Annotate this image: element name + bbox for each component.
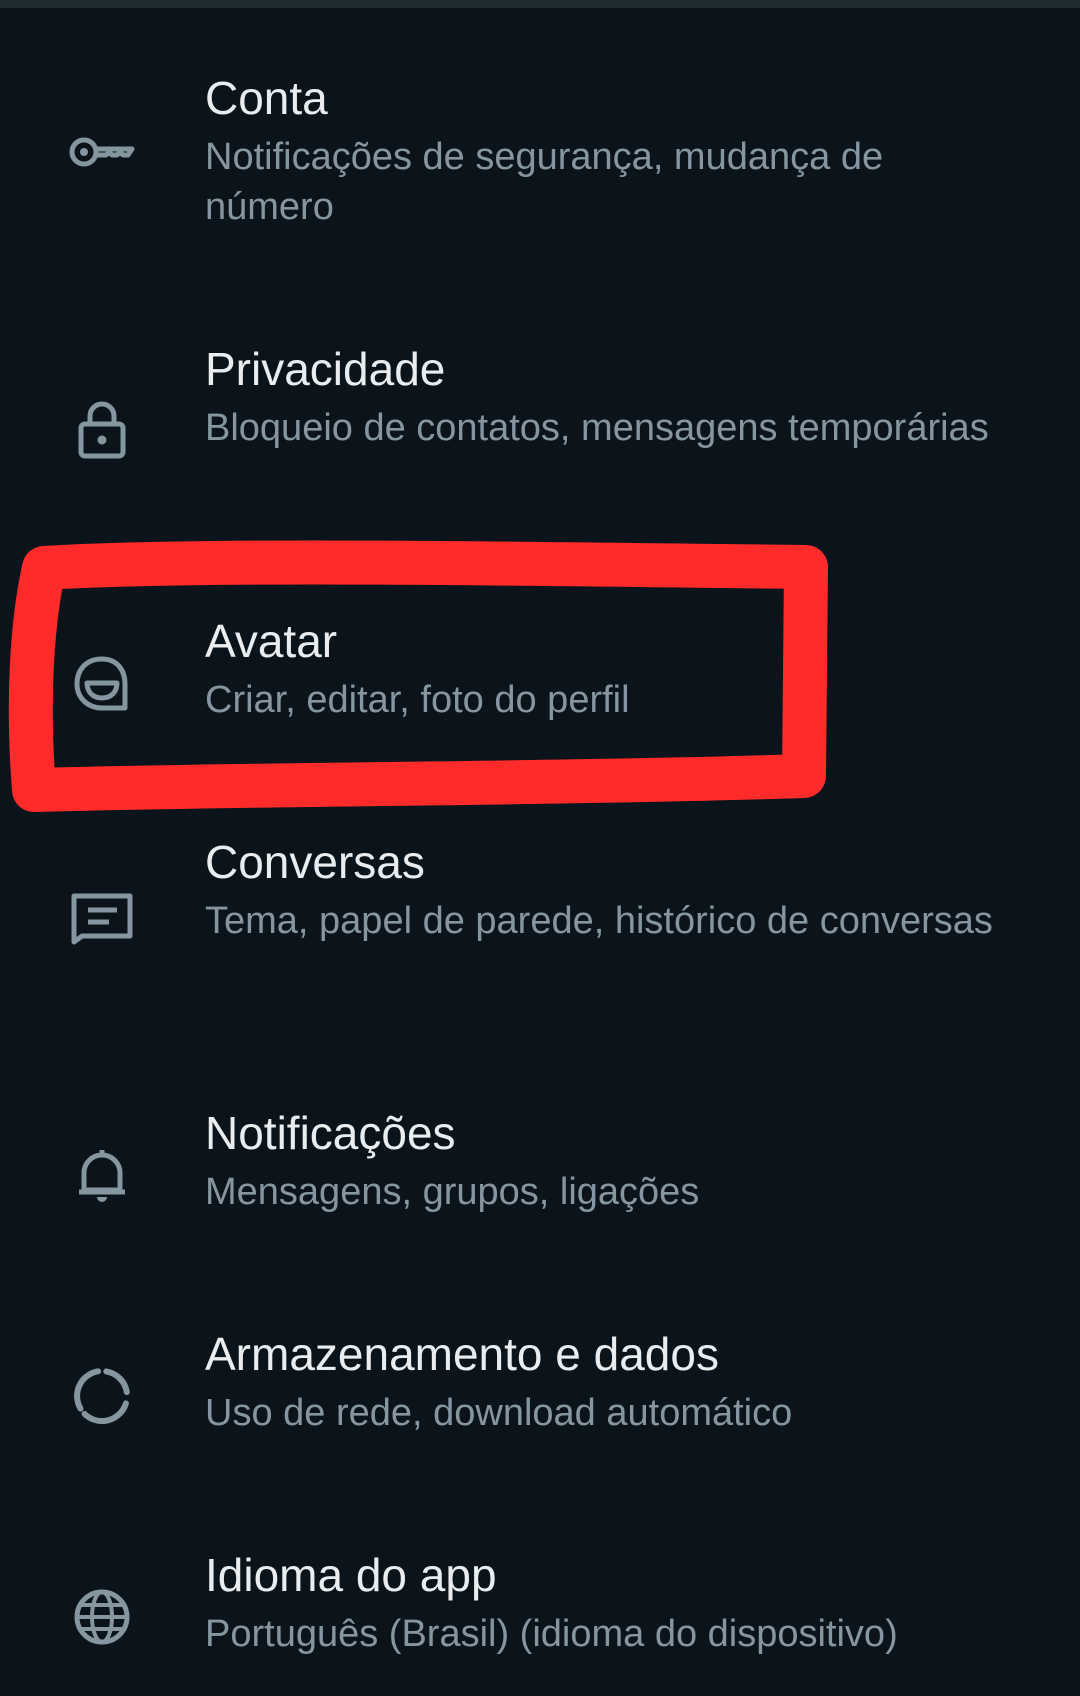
settings-item-conversas[interactable]: Conversas Tema, papel de parede, históri…: [0, 832, 1080, 1022]
chat-icon: [62, 876, 142, 956]
settings-item-subtitle: Tema, papel de parede, histórico de conv…: [205, 900, 993, 942]
settings-item-subtitle: Uso de rede, download automático: [205, 1392, 793, 1434]
settings-item-armazenamento[interactable]: Armazenamento e dados Uso de rede, downl…: [0, 1324, 1080, 1474]
settings-item-title: Avatar: [205, 615, 338, 667]
top-divider: [0, 0, 1080, 8]
settings-item-subtitle: Mensagens, grupos, ligações: [205, 1171, 700, 1213]
settings-item-title: Conversas: [205, 836, 425, 888]
settings-item-privacidade[interactable]: Privacidade Bloqueio de contatos, mensag…: [0, 339, 1080, 529]
settings-item-notificacoes[interactable]: Notificações Mensagens, grupos, ligações: [0, 1103, 1080, 1253]
settings-item-title: Privacidade: [205, 343, 446, 395]
settings-item-avatar[interactable]: Avatar Criar, editar, foto do perfil: [0, 611, 1080, 761]
settings-item-title: Notificações: [205, 1107, 456, 1159]
settings-item-title: Idioma do app: [205, 1549, 497, 1601]
settings-item-subtitle: Português (Brasil) (idioma do dispositiv…: [205, 1613, 898, 1655]
settings-item-idioma[interactable]: Idioma do app Português (Brasil) (idioma…: [0, 1545, 1080, 1695]
settings-item-subtitle: Notificações de segurança, mudança de nú…: [205, 136, 884, 228]
key-icon: [62, 112, 142, 192]
storage-circle-icon: [62, 1356, 142, 1436]
globe-icon: [62, 1577, 142, 1657]
avatar-face-icon: [62, 643, 142, 723]
settings-item-conta[interactable]: Conta Notificações de segurança, mudança…: [0, 68, 1080, 258]
settings-item-subtitle: Criar, editar, foto do perfil: [205, 679, 630, 721]
bell-icon: [62, 1135, 142, 1215]
lock-icon: [62, 391, 142, 471]
settings-item-subtitle: Bloqueio de contatos, mensagens temporár…: [205, 407, 989, 449]
settings-item-title: Conta: [205, 72, 328, 124]
settings-item-title: Armazenamento e dados: [205, 1328, 719, 1380]
